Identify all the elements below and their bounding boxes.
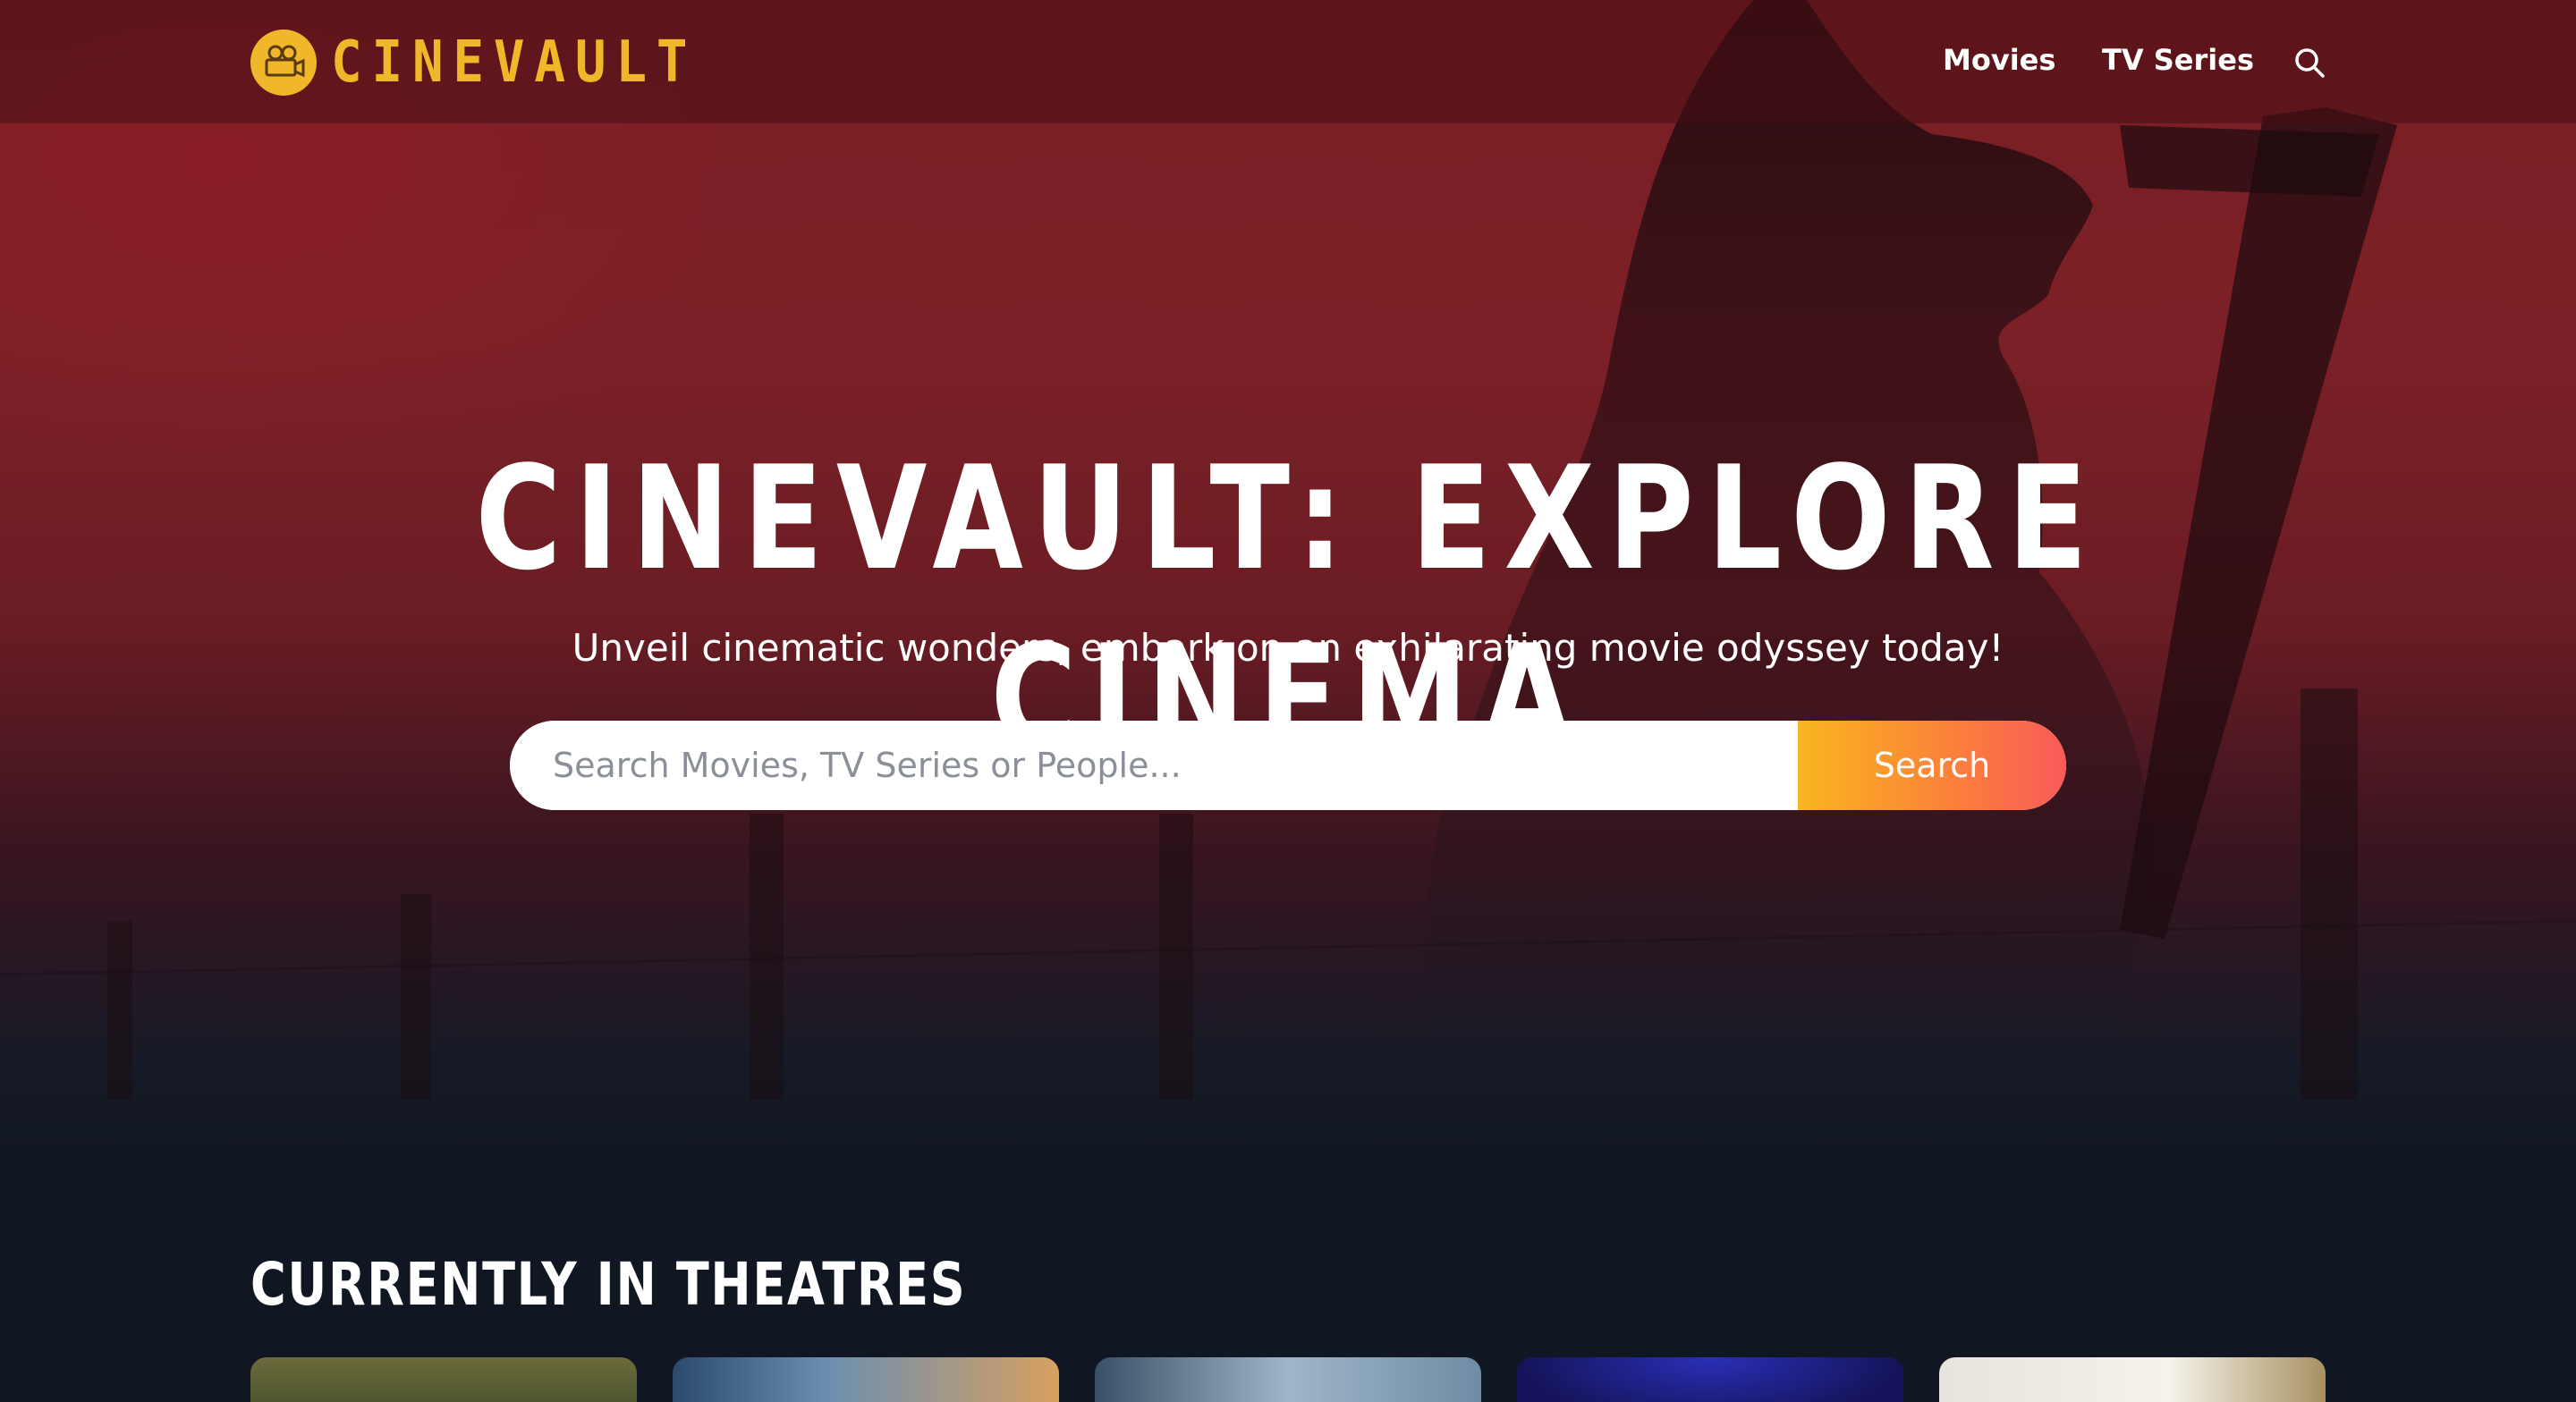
nav-tv-series-link[interactable]: TV Series — [2102, 43, 2254, 77]
movie-poster-card[interactable] — [1517, 1357, 1903, 1402]
brand-name: CINEVAULT — [331, 30, 698, 96]
poster-row — [250, 1357, 2326, 1402]
top-navbar: CINEVAULT Movies TV Series — [0, 0, 2576, 123]
movie-poster-card[interactable] — [1939, 1357, 2326, 1402]
movie-poster-card[interactable] — [673, 1357, 1059, 1402]
brand-logo[interactable]: CINEVAULT — [250, 29, 738, 97]
movie-poster-card[interactable] — [250, 1357, 637, 1402]
hero-subtitle: Unveil cinematic wonders, embark on an e… — [572, 626, 2004, 670]
movie-poster-card[interactable] — [1095, 1357, 1481, 1402]
search-button[interactable]: Search — [1798, 721, 2066, 810]
section-title-currently-in-theatres: CURRENTLY IN THEATRES — [250, 1250, 967, 1319]
search-input[interactable] — [510, 721, 1798, 810]
search-icon[interactable] — [2293, 46, 2326, 79]
hero-search-bar: Search — [510, 721, 2066, 810]
nav-movies-link[interactable]: Movies — [1943, 43, 2055, 77]
hero-banner: CINEVAULT Movies TV Series CINEVAULT: EX… — [0, 0, 2576, 1153]
film-camera-icon — [250, 30, 317, 96]
